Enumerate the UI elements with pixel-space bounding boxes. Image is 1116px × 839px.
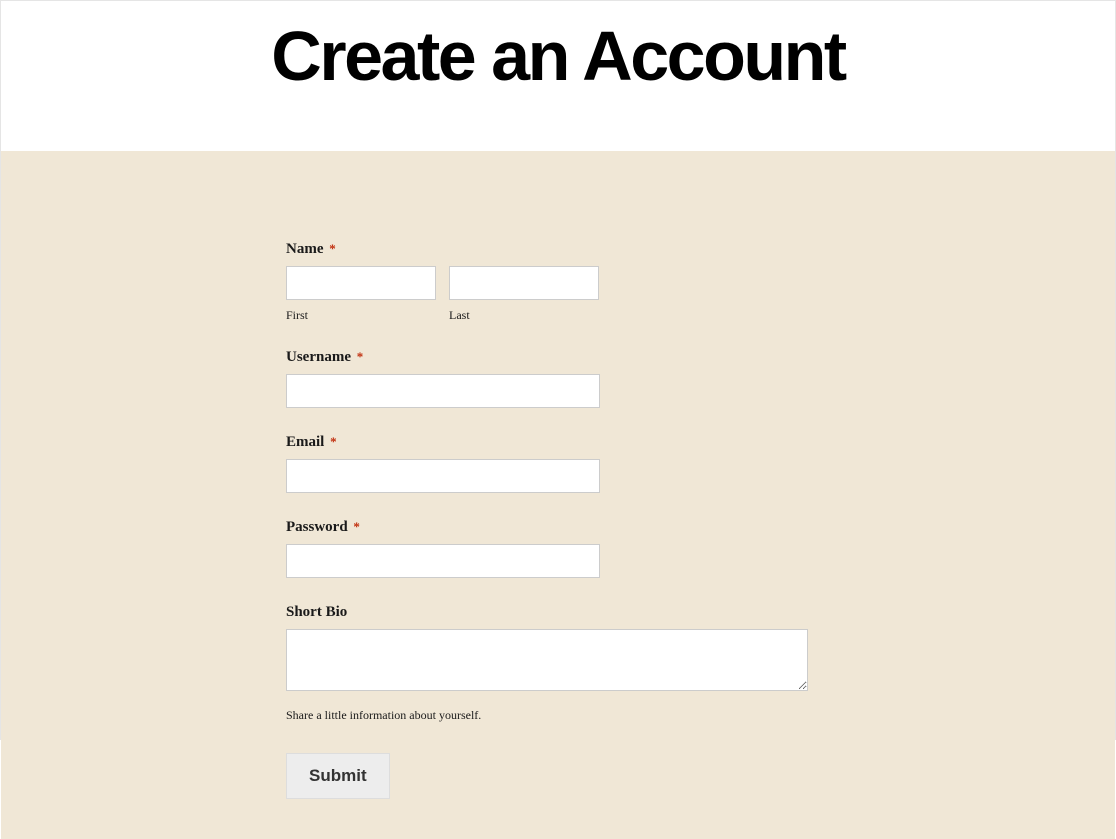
password-field-group: Password * bbox=[286, 519, 838, 578]
name-row: First Last bbox=[286, 266, 838, 323]
required-mark: * bbox=[330, 434, 337, 449]
bio-textarea[interactable] bbox=[286, 629, 808, 691]
name-label-text: Name bbox=[286, 241, 324, 257]
first-name-col: First bbox=[286, 266, 436, 323]
form-section: Name * First Last Username bbox=[1, 151, 1115, 839]
last-name-col: Last bbox=[449, 266, 599, 323]
name-label: Name * bbox=[286, 241, 838, 258]
bio-field-group: Short Bio Share a little information abo… bbox=[286, 604, 838, 723]
required-mark: * bbox=[357, 349, 364, 364]
first-name-input[interactable] bbox=[286, 266, 436, 300]
required-mark: * bbox=[329, 241, 336, 256]
username-label-text: Username bbox=[286, 349, 351, 365]
username-field-group: Username * bbox=[286, 349, 838, 408]
email-input[interactable] bbox=[286, 459, 600, 493]
bio-label-text: Short Bio bbox=[286, 604, 347, 620]
password-label-text: Password bbox=[286, 519, 348, 535]
header-section: Create an Account bbox=[1, 1, 1115, 151]
last-name-sublabel: Last bbox=[449, 308, 599, 323]
bio-label: Short Bio bbox=[286, 604, 838, 621]
bio-helper-text: Share a little information about yoursel… bbox=[286, 708, 838, 723]
last-name-input[interactable] bbox=[449, 266, 599, 300]
required-mark: * bbox=[353, 519, 360, 534]
email-label: Email * bbox=[286, 434, 838, 451]
username-input[interactable] bbox=[286, 374, 600, 408]
submit-button[interactable]: Submit bbox=[286, 753, 390, 799]
email-label-text: Email bbox=[286, 434, 324, 450]
page-title: Create an Account bbox=[1, 21, 1115, 91]
first-name-sublabel: First bbox=[286, 308, 436, 323]
username-label: Username * bbox=[286, 349, 838, 366]
email-field-group: Email * bbox=[286, 434, 838, 493]
password-label: Password * bbox=[286, 519, 838, 536]
name-field-group: Name * First Last bbox=[286, 241, 838, 323]
password-input[interactable] bbox=[286, 544, 600, 578]
form-container: Name * First Last Username bbox=[278, 241, 838, 799]
